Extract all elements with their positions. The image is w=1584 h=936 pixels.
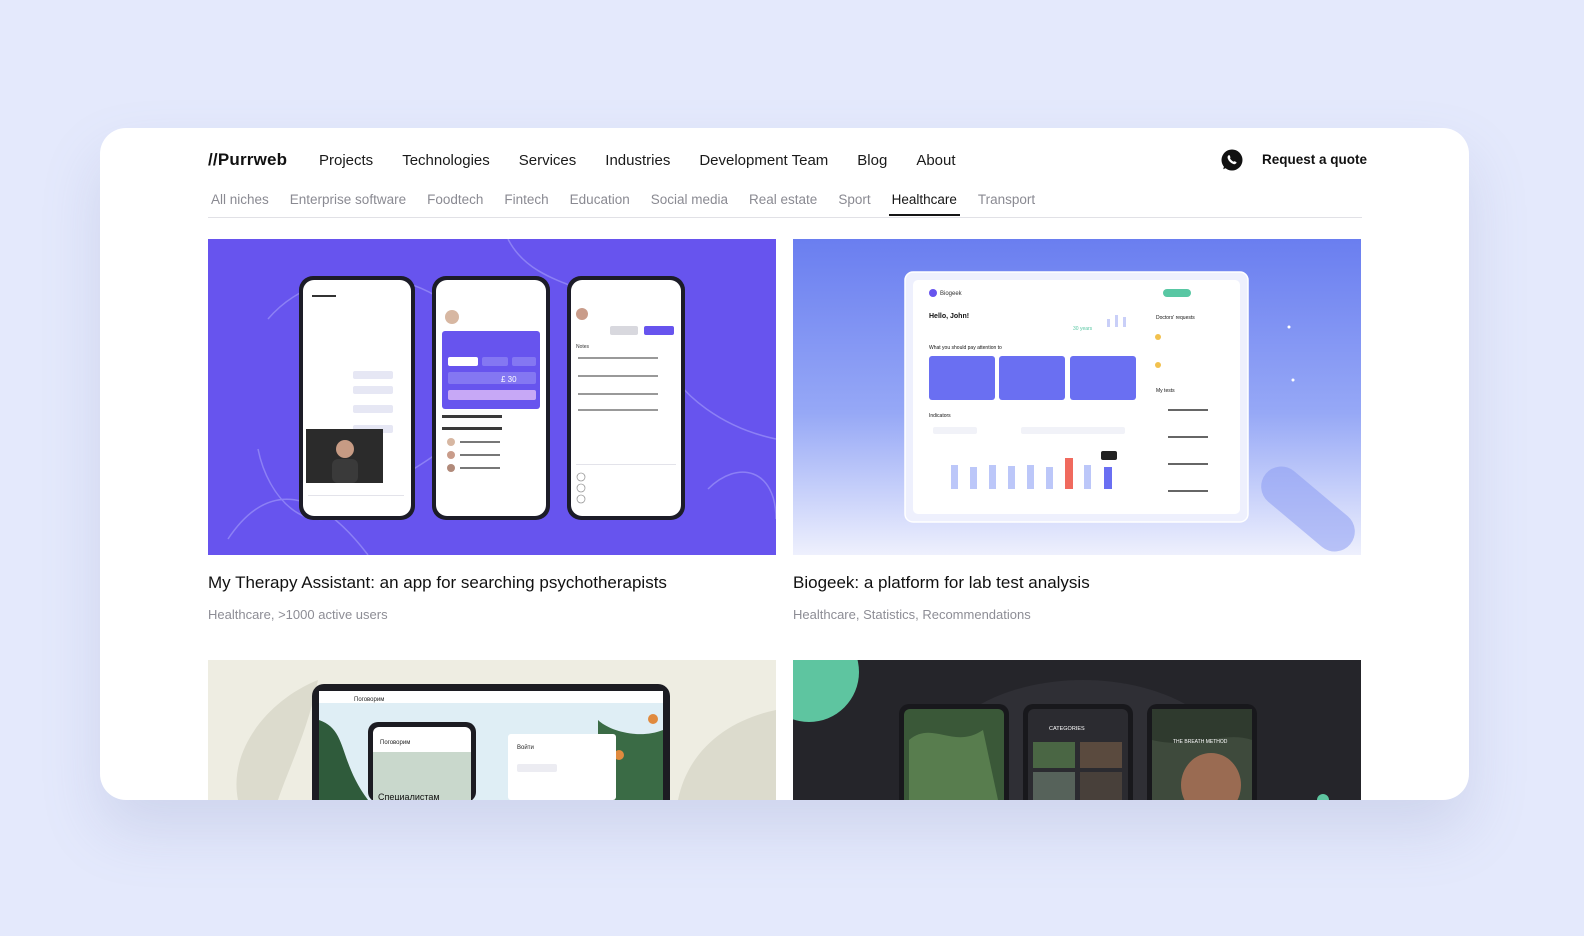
breath-title: THE BREATH METHOD bbox=[1173, 739, 1228, 745]
tab-education[interactable]: Education bbox=[570, 192, 630, 215]
breath-categories: CATEGORIES bbox=[1049, 726, 1085, 732]
browser-window: //Purrweb Projects Technologies Services… bbox=[100, 128, 1469, 800]
nav-industries[interactable]: Industries bbox=[605, 152, 670, 169]
pogovorim-brand: Поговорим bbox=[354, 697, 384, 703]
tab-transport[interactable]: Transport bbox=[978, 192, 1035, 215]
logo[interactable]: //Purrweb bbox=[208, 150, 287, 170]
nav-blog[interactable]: Blog bbox=[857, 152, 887, 169]
tab-real-estate[interactable]: Real estate bbox=[749, 192, 817, 215]
tab-healthcare[interactable]: Healthcare bbox=[888, 192, 961, 216]
tab-social-media[interactable]: Social media bbox=[651, 192, 728, 215]
tab-enterprise-software[interactable]: Enterprise software bbox=[290, 192, 406, 215]
project-card-pogovorim[interactable]: Поговорим Войти Поговорим Специалистам bbox=[208, 660, 776, 800]
biogeek-tests: My tests bbox=[1156, 388, 1175, 394]
tab-foodtech[interactable]: Foodtech bbox=[427, 192, 483, 215]
biogeek-age: 30 years bbox=[1073, 326, 1093, 332]
biogeek-greeting: Hello, John! bbox=[929, 313, 969, 320]
therapy-thumbnail[interactable]: £ 30 Notes bbox=[208, 239, 776, 555]
tab-fintech[interactable]: Fintech bbox=[504, 192, 548, 215]
pogovorim-brand-2: Поговорим bbox=[380, 740, 410, 746]
breath-thumbnail[interactable]: CATEGORIES THE BREATH METHOD bbox=[793, 660, 1361, 800]
therapy-notes-label: Notes bbox=[576, 344, 590, 350]
pogovorim-thumbnail[interactable]: Поговорим Войти Поговорим Специалистам bbox=[208, 660, 776, 800]
project-card-therapy[interactable]: £ 30 Notes My Therapy Assistant: an app … bbox=[208, 239, 776, 622]
nav-projects[interactable]: Projects bbox=[319, 152, 373, 169]
nav-services[interactable]: Services bbox=[519, 152, 577, 169]
therapy-price: £ 30 bbox=[501, 375, 517, 384]
biogeek-requests: Doctors' requests bbox=[1156, 315, 1195, 321]
pogovorim-login: Войти bbox=[517, 744, 534, 751]
project-tags: Healthcare, >1000 active users bbox=[208, 607, 388, 622]
nav-about[interactable]: About bbox=[916, 152, 955, 169]
main-menu: Projects Technologies Services Industrie… bbox=[319, 152, 956, 169]
pogovorim-specialists: Специалистам bbox=[378, 792, 440, 800]
tab-all-niches[interactable]: All niches bbox=[211, 192, 269, 215]
biogeek-indicators: Indicators bbox=[929, 413, 951, 419]
project-card-biogeek[interactable]: Biogeek Hello, John! 30 years What you s… bbox=[793, 239, 1361, 622]
biogeek-attention: What you should pay attention to bbox=[929, 345, 1002, 351]
project-title[interactable]: Biogeek: a platform for lab test analysi… bbox=[793, 573, 1090, 593]
project-tags: Healthcare, Statistics, Recommendations bbox=[793, 607, 1031, 622]
tab-sport[interactable]: Sport bbox=[838, 192, 870, 215]
biogeek-thumbnail[interactable]: Biogeek Hello, John! 30 years What you s… bbox=[793, 239, 1361, 555]
project-title[interactable]: My Therapy Assistant: an app for searchi… bbox=[208, 573, 667, 593]
top-nav: //Purrweb Projects Technologies Services… bbox=[208, 148, 1367, 172]
project-card-breath[interactable]: CATEGORIES THE BREATH METHOD bbox=[793, 660, 1361, 800]
nav-technologies[interactable]: Technologies bbox=[402, 152, 490, 169]
niche-tabs: All niches Enterprise software Foodtech … bbox=[208, 190, 1362, 218]
whatsapp-icon[interactable] bbox=[1220, 148, 1244, 172]
nav-development-team[interactable]: Development Team bbox=[699, 152, 828, 169]
request-quote-link[interactable]: Request a quote bbox=[1262, 152, 1367, 167]
biogeek-logo: Biogeek bbox=[940, 291, 963, 297]
